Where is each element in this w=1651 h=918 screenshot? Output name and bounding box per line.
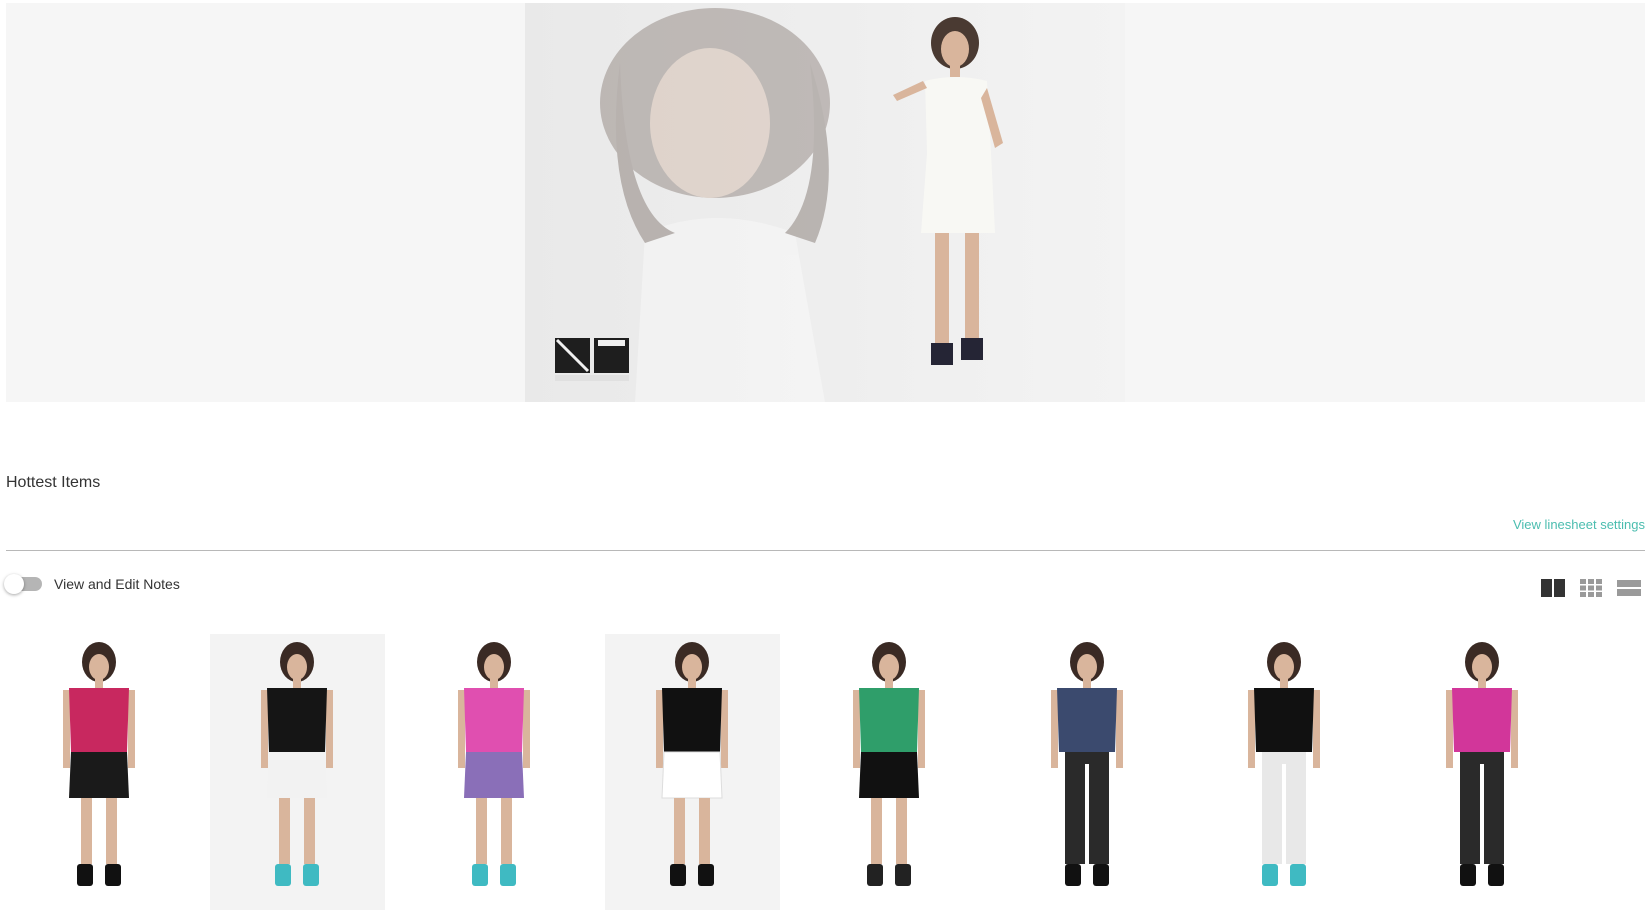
hero-banner: [6, 3, 1645, 402]
list-view-icon[interactable]: [1617, 577, 1641, 599]
product-card[interactable]: [1000, 634, 1175, 910]
product-image: [1248, 642, 1320, 886]
toggle-knob: [4, 574, 24, 594]
notes-toggle-switch[interactable]: [4, 574, 42, 594]
product-card[interactable]: [802, 634, 977, 910]
product-image: [655, 642, 728, 886]
product-card[interactable]: [407, 634, 582, 910]
product-image: [63, 642, 135, 886]
product-grid: [0, 634, 1651, 918]
product-image: [458, 642, 530, 886]
product-image: [260, 642, 333, 886]
product-image: [853, 642, 925, 886]
section-divider: [6, 550, 1645, 551]
product-card[interactable]: [209, 634, 385, 910]
three-column-grid-icon[interactable]: [1579, 577, 1603, 599]
product-image: [1050, 642, 1123, 886]
notes-toggle-row: View and Edit Notes: [4, 574, 180, 594]
product-card[interactable]: [12, 634, 187, 910]
two-column-grid-icon[interactable]: [1541, 577, 1565, 599]
product-image: [1445, 642, 1518, 886]
product-card[interactable]: [1197, 634, 1372, 910]
view-mode-switcher: [1541, 577, 1641, 599]
section-title: Hottest Items: [6, 474, 101, 491]
product-card[interactable]: [604, 634, 780, 910]
product-card[interactable]: [1395, 634, 1570, 910]
hero-image: [525, 3, 1125, 402]
view-linesheet-settings-link[interactable]: View linesheet settings: [1513, 517, 1645, 532]
notes-toggle-label: View and Edit Notes: [54, 576, 180, 592]
